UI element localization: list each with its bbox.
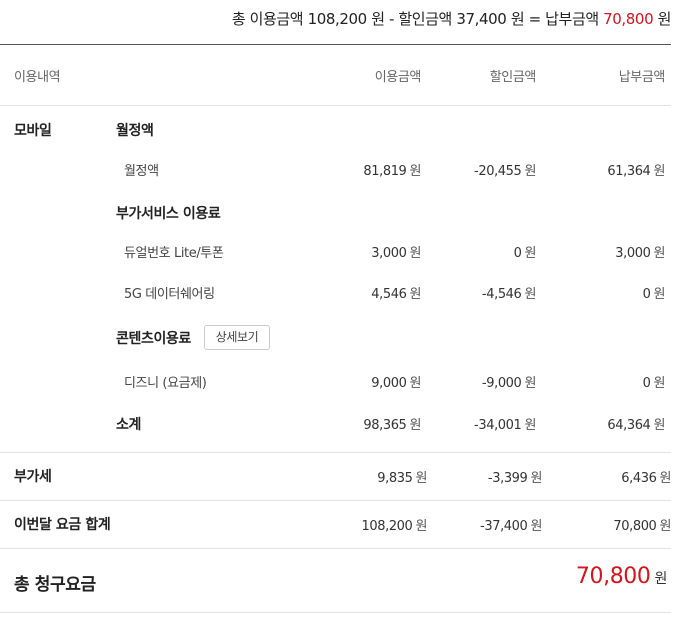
grand-total-value: 70,800 — [575, 564, 651, 589]
item-disney-payment: 0원 — [642, 376, 666, 391]
divider-header — [0, 105, 671, 106]
header-usage: 이용금액 — [374, 70, 422, 85]
header-payment: 납부금액 — [618, 70, 666, 85]
item-monthly-discount: -20,455 원 — [474, 164, 536, 179]
item-dual-payment: 3,000 원 — [615, 246, 665, 261]
item-disney-usage: 9,000 원 — [371, 376, 421, 391]
grand-total-amount: 70,800 원 — [576, 564, 667, 589]
summary-total-unit: 원 — [371, 10, 385, 28]
subtotal-label: 소계 — [116, 417, 141, 433]
divider-vat — [0, 500, 671, 501]
summary-total-label: 총 이용금액 — [231, 10, 304, 28]
group-contents: 콘텐츠이용료 — [116, 331, 191, 347]
item-disney-discount: -9,000 원 — [481, 376, 536, 391]
bill-summary: 총 이용금액 108,200 원 - 할인금액 37,400 원 = 납부금액 … — [231, 8, 672, 29]
item-5g-name: 5G 데이터쉐어링 — [124, 287, 215, 302]
subtotal-discount: -34,001 원 — [474, 418, 536, 433]
item-5g-discount: -4,546 원 — [481, 287, 536, 302]
grand-total-label: 총 청구요금 — [14, 575, 96, 595]
item-monthly-payment: 61,364 원 — [607, 164, 665, 179]
vat-payment: 6,436 원 — [621, 471, 671, 486]
category-mobile: 모바일 — [14, 123, 52, 139]
summary-discount-unit: 원 — [510, 10, 525, 28]
summary-pay-unit: 원 — [657, 10, 672, 28]
divider-bottom — [0, 612, 671, 613]
summary-total-value: 108,200 — [307, 10, 368, 28]
group-monthly: 월정액 — [116, 123, 154, 139]
month-total-label: 이번달 요금 합계 — [14, 517, 111, 533]
vat-usage: 9,835 원 — [377, 471, 427, 486]
summary-pay-value: 70,800 — [603, 10, 654, 28]
month-total-discount: -37,400 원 — [480, 519, 542, 534]
summary-equals: = — [528, 10, 542, 28]
month-total-usage: 108,200 원 — [361, 519, 427, 534]
item-5g-usage: 4,546 원 — [371, 287, 421, 302]
group-addon: 부가서비스 이용료 — [116, 206, 221, 222]
header-discount: 할인금액 — [489, 70, 537, 85]
item-dual-usage: 3,000 원 — [371, 246, 421, 261]
month-total-payment: 70,800 원 — [613, 519, 671, 534]
summary-pay-label: 납부금액 — [545, 10, 599, 28]
detail-view-button[interactable]: 상세보기 — [204, 325, 270, 350]
item-dual-name: 듀얼번호 Lite/투폰 — [124, 246, 224, 261]
divider-mobile — [0, 452, 671, 453]
item-monthly-name: 월정액 — [124, 164, 159, 179]
divider-month-total — [0, 548, 671, 549]
item-5g-payment: 0원 — [642, 287, 666, 302]
summary-discount-value: 37,400 — [456, 10, 507, 28]
divider-top — [0, 44, 671, 45]
vat-label: 부가세 — [14, 469, 52, 485]
summary-minus: - — [388, 10, 394, 28]
header-detail: 이용내역 — [14, 70, 61, 85]
grand-total-unit: 원 — [654, 571, 668, 587]
summary-discount-label: 할인금액 — [398, 10, 452, 28]
vat-discount: -3,399 원 — [487, 471, 542, 486]
item-monthly-usage: 81,819 원 — [363, 164, 421, 179]
item-disney-name: 디즈니 (요금제) — [124, 376, 207, 391]
subtotal-usage: 98,365 원 — [363, 418, 421, 433]
subtotal-payment: 64,364 원 — [607, 418, 665, 433]
item-dual-discount: 0원 — [513, 246, 537, 261]
